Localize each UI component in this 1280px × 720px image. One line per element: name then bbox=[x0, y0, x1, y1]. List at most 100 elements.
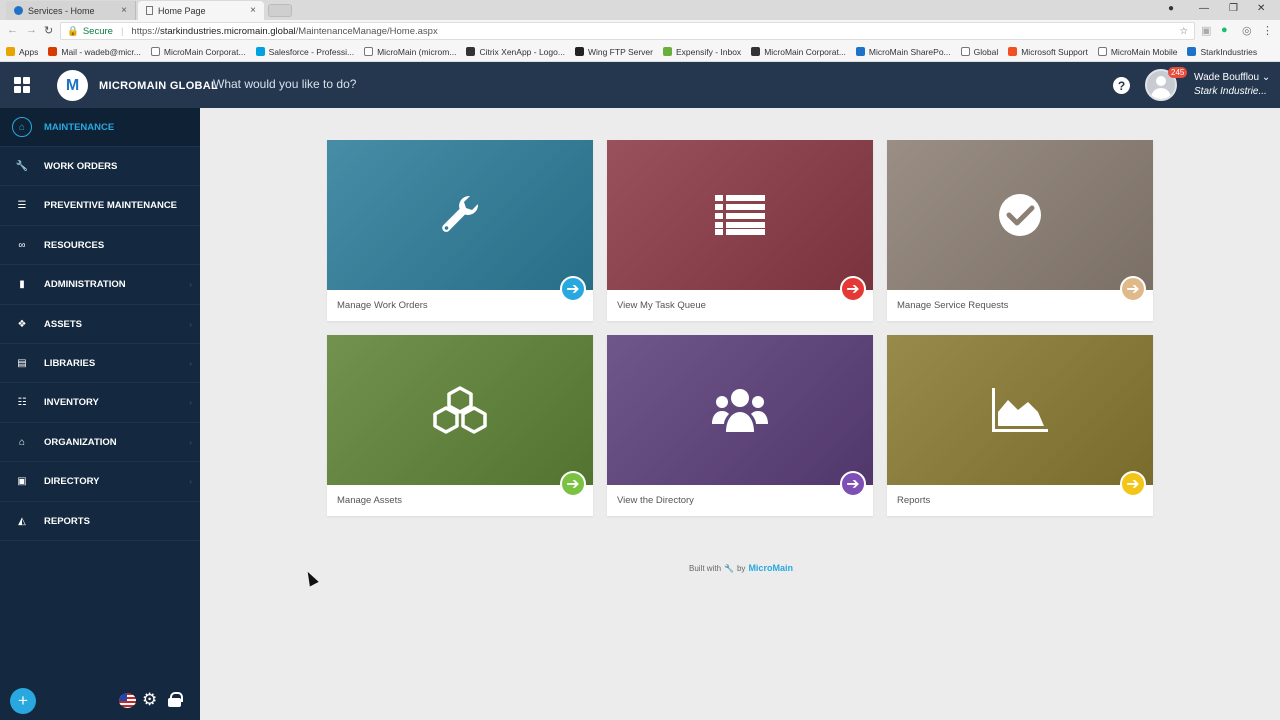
list-icon bbox=[607, 140, 873, 290]
chevron-right-icon[interactable]: › bbox=[189, 438, 192, 447]
bookmark-item[interactable]: MicroMain Corporat... bbox=[751, 47, 846, 57]
bookmark-item[interactable]: MicroMain SharePo... bbox=[855, 46, 951, 57]
chevron-right-icon[interactable]: › bbox=[189, 398, 192, 407]
arrow-right-icon[interactable]: ➔ bbox=[560, 276, 586, 302]
gear-icon[interactable]: ⚙ bbox=[142, 690, 157, 710]
bookmark-item[interactable]: MicroMain Corporat... bbox=[150, 46, 246, 57]
extension-g-icon[interactable]: ▣ bbox=[1201, 24, 1211, 37]
restore-icon[interactable]: ❐ bbox=[1229, 3, 1238, 14]
user-name[interactable]: Wade Boufflou ⌄ bbox=[1194, 72, 1270, 83]
tile-manage-assets[interactable]: ➔ Manage Assets bbox=[327, 335, 593, 516]
sidebar-item-label: INVENTORY bbox=[44, 397, 99, 409]
grammarly-icon[interactable]: ● bbox=[1221, 24, 1228, 36]
close-tab-icon[interactable]: × bbox=[250, 5, 256, 16]
browser-tab-services[interactable]: Services - Home × bbox=[6, 1, 136, 20]
lock-icon[interactable] bbox=[168, 692, 183, 707]
page-icon bbox=[146, 6, 153, 15]
arrow-right-icon[interactable]: ➔ bbox=[840, 471, 866, 497]
menu-dots-icon[interactable]: ⋮ bbox=[1262, 24, 1273, 37]
sidebar-item-maintenance[interactable]: ⌂ MAINTENANCE bbox=[0, 108, 200, 147]
browser-tab-home[interactable]: Home Page × bbox=[138, 1, 264, 20]
book-icon: ▣ bbox=[17, 476, 27, 488]
bookmark-item[interactable]: Expensify - Inbox bbox=[662, 46, 742, 57]
grid-icon bbox=[14, 77, 30, 93]
notification-badge[interactable]: 245 bbox=[1168, 67, 1188, 78]
bookmark-label: MicroMain SharePo... bbox=[868, 46, 951, 57]
tile-manage-work-orders[interactable]: ➔ Manage Work Orders bbox=[327, 140, 593, 321]
tile-view-my-task-queue[interactable]: ➔ View My Task Queue bbox=[607, 140, 873, 321]
sidebar-item-label: ORGANIZATION bbox=[44, 436, 117, 448]
sidebar-item-preventive-maintenance[interactable]: ☰ PREVENTIVE MAINTENANCE bbox=[0, 187, 200, 226]
doc-icon bbox=[1097, 47, 1107, 56]
url-input[interactable]: 🔒 Secure | https:// starkindustries.micr… bbox=[60, 22, 1195, 40]
tile-reports[interactable]: ➔ Reports bbox=[887, 335, 1153, 516]
bookmark-item[interactable]: Wing FTP Server bbox=[574, 46, 653, 57]
new-tab-button[interactable] bbox=[268, 4, 292, 17]
url-host: starkindustries.micromain.global bbox=[159, 25, 296, 37]
sidebar-item-assets[interactable]: ❖ ASSETS › bbox=[0, 305, 200, 344]
minimize-icon[interactable]: — bbox=[1199, 3, 1209, 14]
window-close-icon[interactable]: ✕ bbox=[1257, 3, 1265, 14]
check-circle-icon bbox=[887, 140, 1153, 290]
sidebar-item-libraries[interactable]: ▤ LIBRARIES › bbox=[0, 344, 200, 384]
sidebar-item-directory[interactable]: ▣ DIRECTORY › bbox=[0, 463, 200, 502]
bookmark-item[interactable]: MicroMain Mobile bbox=[1097, 47, 1177, 57]
browser-tab-strip: Services - Home × Home Page × ● — ❐ ✕ bbox=[0, 0, 1280, 20]
sidebar-item-inventory[interactable]: ☷ INVENTORY › bbox=[0, 384, 200, 423]
bookmark-item[interactable]: Mail - wadeb@micr... bbox=[48, 47, 141, 57]
expensify-icon bbox=[662, 47, 672, 56]
sidebar-item-label: ADMINISTRATION bbox=[44, 279, 126, 291]
brand-name: MICROMAIN GLOBAL bbox=[99, 80, 219, 92]
bookmark-item[interactable]: Salesforce - Professi... bbox=[255, 47, 354, 57]
star-icon[interactable]: ☆ bbox=[1179, 26, 1188, 37]
sidebar-item-label: RESOURCES bbox=[44, 239, 105, 251]
chevron-right-icon[interactable]: › bbox=[189, 359, 192, 368]
chevron-right-icon[interactable]: › bbox=[189, 320, 192, 329]
bookmark-item[interactable]: Microsoft Support bbox=[1008, 47, 1088, 57]
reload-icon[interactable]: ↻ bbox=[44, 24, 53, 37]
us-flag-icon[interactable] bbox=[119, 693, 136, 708]
arrow-right-icon[interactable]: ➔ bbox=[560, 471, 586, 497]
bookmark-label: Wing FTP Server bbox=[587, 46, 653, 57]
footer: Built with 🔧 by MicroMain bbox=[689, 563, 793, 573]
bookmark-label: MicroMain Corporat... bbox=[163, 46, 246, 57]
bookmark-item[interactable]: MicroMain (microm... bbox=[364, 47, 456, 57]
sidebar-item-work-orders[interactable]: 🔧 WORK ORDERS bbox=[0, 147, 200, 187]
help-icon[interactable]: ? bbox=[1113, 77, 1130, 94]
arrow-right-icon[interactable]: ➔ bbox=[840, 276, 866, 302]
close-tab-icon[interactable]: × bbox=[121, 5, 127, 16]
arrow-right-icon[interactable]: ➔ bbox=[1120, 276, 1146, 302]
apps-grid-button[interactable] bbox=[0, 62, 44, 108]
bookmark-label: Expensify - Inbox bbox=[675, 46, 742, 57]
command-search[interactable]: What would you like to do? bbox=[213, 77, 356, 91]
bank-icon: ⌂ bbox=[18, 436, 26, 448]
add-button[interactable]: + bbox=[10, 688, 36, 714]
sidebar-item-organization[interactable]: ⌂ ORGANIZATION › bbox=[0, 423, 200, 463]
forward-icon[interactable]: → bbox=[26, 24, 37, 36]
profile-icon[interactable]: ● bbox=[1168, 3, 1174, 14]
chevron-right-icon[interactable]: › bbox=[189, 280, 192, 289]
bookmark-label: Global bbox=[973, 46, 999, 57]
tile-label: Reports bbox=[897, 495, 931, 506]
doc-icon bbox=[150, 47, 160, 56]
micromain-link[interactable]: MicroMain bbox=[748, 563, 793, 573]
micromain-logo[interactable]: M bbox=[57, 70, 88, 101]
bookmark-item[interactable]: Citrix XenApp - Logo... bbox=[466, 47, 565, 57]
sidebar-item-administration[interactable]: ▮ ADMINISTRATION › bbox=[0, 266, 200, 305]
sidebar-item-label: PREVENTIVE MAINTENANCE bbox=[44, 200, 178, 212]
extension-icon[interactable]: ◎ bbox=[1242, 24, 1252, 37]
sidebar-icon-wrap: ☰ bbox=[0, 200, 44, 211]
bookmark-item[interactable]: StarkIndustries bbox=[1187, 47, 1257, 57]
sidebar-item-reports[interactable]: ◭ REPORTS bbox=[0, 502, 200, 541]
user-company: Stark Industrie... bbox=[1194, 86, 1267, 97]
bookmark-item[interactable]: Apps bbox=[6, 47, 38, 57]
sidebar-item-resources[interactable]: ∞ RESOURCES bbox=[0, 226, 200, 266]
sidebar-icon-wrap: ▣ bbox=[0, 476, 44, 487]
bookmark-item[interactable]: Global bbox=[960, 46, 999, 57]
tile-manage-service-requests[interactable]: ➔ Manage Service Requests bbox=[887, 140, 1153, 321]
tile-view-the-directory[interactable]: ➔ View the Directory bbox=[607, 335, 873, 516]
chevron-right-icon[interactable]: › bbox=[189, 477, 192, 486]
sidebar-icon-wrap: ⌂ bbox=[0, 437, 44, 448]
arrow-right-icon[interactable]: ➔ bbox=[1120, 471, 1146, 497]
back-icon[interactable]: ← bbox=[7, 24, 18, 36]
